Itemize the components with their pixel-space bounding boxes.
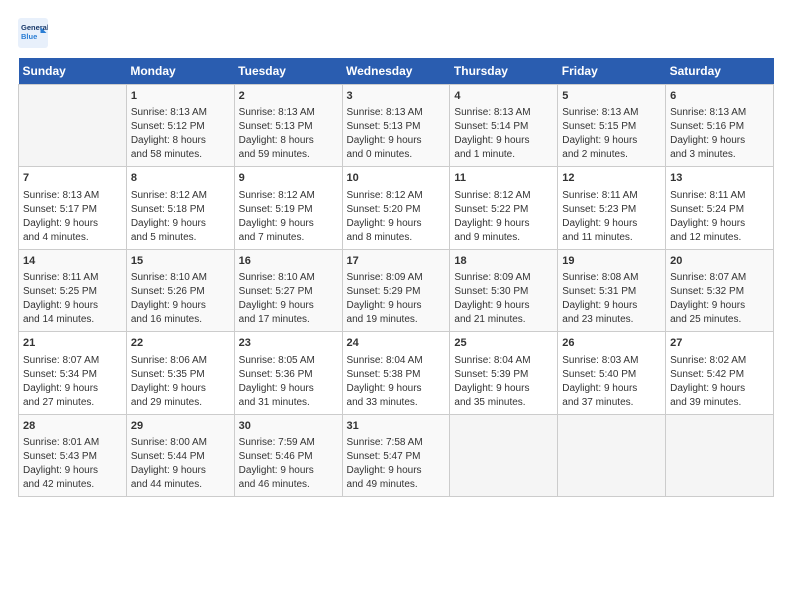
day-number: 2 bbox=[239, 89, 338, 104]
calendar-cell: 31Sunrise: 7:58 AMSunset: 5:47 PMDayligh… bbox=[342, 414, 450, 496]
day-number: 18 bbox=[454, 254, 553, 269]
week-row-3: 14Sunrise: 8:11 AMSunset: 5:25 PMDayligh… bbox=[19, 249, 774, 331]
day-number: 12 bbox=[562, 171, 661, 186]
day-number: 30 bbox=[239, 419, 338, 434]
day-number: 29 bbox=[131, 419, 230, 434]
day-number: 25 bbox=[454, 336, 553, 351]
calendar-cell: 4Sunrise: 8:13 AMSunset: 5:14 PMDaylight… bbox=[450, 85, 558, 167]
calendar-cell: 20Sunrise: 8:07 AMSunset: 5:32 PMDayligh… bbox=[666, 249, 774, 331]
calendar-cell: 10Sunrise: 8:12 AMSunset: 5:20 PMDayligh… bbox=[342, 167, 450, 249]
day-number: 21 bbox=[23, 336, 122, 351]
logo: General Blue bbox=[18, 18, 52, 48]
day-number: 13 bbox=[670, 171, 769, 186]
calendar-cell: 11Sunrise: 8:12 AMSunset: 5:22 PMDayligh… bbox=[450, 167, 558, 249]
calendar-cell bbox=[558, 414, 666, 496]
col-header-sunday: Sunday bbox=[19, 58, 127, 85]
week-row-2: 7Sunrise: 8:13 AMSunset: 5:17 PMDaylight… bbox=[19, 167, 774, 249]
calendar-cell: 29Sunrise: 8:00 AMSunset: 5:44 PMDayligh… bbox=[126, 414, 234, 496]
day-number: 19 bbox=[562, 254, 661, 269]
calendar-cell: 2Sunrise: 8:13 AMSunset: 5:13 PMDaylight… bbox=[234, 85, 342, 167]
calendar-table: SundayMondayTuesdayWednesdayThursdayFrid… bbox=[18, 58, 774, 497]
col-header-wednesday: Wednesday bbox=[342, 58, 450, 85]
header-row: SundayMondayTuesdayWednesdayThursdayFrid… bbox=[19, 58, 774, 85]
calendar-cell bbox=[666, 414, 774, 496]
calendar-cell: 9Sunrise: 8:12 AMSunset: 5:19 PMDaylight… bbox=[234, 167, 342, 249]
day-number: 28 bbox=[23, 419, 122, 434]
calendar-cell: 5Sunrise: 8:13 AMSunset: 5:15 PMDaylight… bbox=[558, 85, 666, 167]
day-number: 20 bbox=[670, 254, 769, 269]
day-number: 16 bbox=[239, 254, 338, 269]
calendar-cell: 17Sunrise: 8:09 AMSunset: 5:29 PMDayligh… bbox=[342, 249, 450, 331]
col-header-saturday: Saturday bbox=[666, 58, 774, 85]
calendar-cell bbox=[450, 414, 558, 496]
day-number: 6 bbox=[670, 89, 769, 104]
week-row-1: 1Sunrise: 8:13 AMSunset: 5:12 PMDaylight… bbox=[19, 85, 774, 167]
day-number: 5 bbox=[562, 89, 661, 104]
calendar-cell: 19Sunrise: 8:08 AMSunset: 5:31 PMDayligh… bbox=[558, 249, 666, 331]
calendar-cell: 30Sunrise: 7:59 AMSunset: 5:46 PMDayligh… bbox=[234, 414, 342, 496]
day-number: 27 bbox=[670, 336, 769, 351]
svg-text:Blue: Blue bbox=[21, 32, 37, 41]
calendar-cell: 27Sunrise: 8:02 AMSunset: 5:42 PMDayligh… bbox=[666, 332, 774, 414]
calendar-cell: 14Sunrise: 8:11 AMSunset: 5:25 PMDayligh… bbox=[19, 249, 127, 331]
calendar-cell: 3Sunrise: 8:13 AMSunset: 5:13 PMDaylight… bbox=[342, 85, 450, 167]
day-number: 3 bbox=[347, 89, 446, 104]
day-number: 31 bbox=[347, 419, 446, 434]
calendar-cell bbox=[19, 85, 127, 167]
calendar-cell: 25Sunrise: 8:04 AMSunset: 5:39 PMDayligh… bbox=[450, 332, 558, 414]
day-number: 1 bbox=[131, 89, 230, 104]
logo-icon: General Blue bbox=[18, 18, 48, 48]
calendar-cell: 6Sunrise: 8:13 AMSunset: 5:16 PMDaylight… bbox=[666, 85, 774, 167]
col-header-monday: Monday bbox=[126, 58, 234, 85]
week-row-4: 21Sunrise: 8:07 AMSunset: 5:34 PMDayligh… bbox=[19, 332, 774, 414]
day-number: 11 bbox=[454, 171, 553, 186]
day-number: 15 bbox=[131, 254, 230, 269]
calendar-cell: 12Sunrise: 8:11 AMSunset: 5:23 PMDayligh… bbox=[558, 167, 666, 249]
day-number: 8 bbox=[131, 171, 230, 186]
day-number: 9 bbox=[239, 171, 338, 186]
header: General Blue bbox=[18, 18, 774, 48]
day-number: 17 bbox=[347, 254, 446, 269]
calendar-cell: 18Sunrise: 8:09 AMSunset: 5:30 PMDayligh… bbox=[450, 249, 558, 331]
week-row-5: 28Sunrise: 8:01 AMSunset: 5:43 PMDayligh… bbox=[19, 414, 774, 496]
day-number: 7 bbox=[23, 171, 122, 186]
col-header-friday: Friday bbox=[558, 58, 666, 85]
calendar-cell: 21Sunrise: 8:07 AMSunset: 5:34 PMDayligh… bbox=[19, 332, 127, 414]
calendar-cell: 26Sunrise: 8:03 AMSunset: 5:40 PMDayligh… bbox=[558, 332, 666, 414]
day-number: 23 bbox=[239, 336, 338, 351]
day-number: 26 bbox=[562, 336, 661, 351]
calendar-cell: 13Sunrise: 8:11 AMSunset: 5:24 PMDayligh… bbox=[666, 167, 774, 249]
day-number: 10 bbox=[347, 171, 446, 186]
day-number: 24 bbox=[347, 336, 446, 351]
day-number: 22 bbox=[131, 336, 230, 351]
calendar-cell: 16Sunrise: 8:10 AMSunset: 5:27 PMDayligh… bbox=[234, 249, 342, 331]
calendar-cell: 8Sunrise: 8:12 AMSunset: 5:18 PMDaylight… bbox=[126, 167, 234, 249]
calendar-cell: 1Sunrise: 8:13 AMSunset: 5:12 PMDaylight… bbox=[126, 85, 234, 167]
day-number: 4 bbox=[454, 89, 553, 104]
calendar-cell: 24Sunrise: 8:04 AMSunset: 5:38 PMDayligh… bbox=[342, 332, 450, 414]
col-header-tuesday: Tuesday bbox=[234, 58, 342, 85]
calendar-cell: 23Sunrise: 8:05 AMSunset: 5:36 PMDayligh… bbox=[234, 332, 342, 414]
calendar-cell: 7Sunrise: 8:13 AMSunset: 5:17 PMDaylight… bbox=[19, 167, 127, 249]
day-number: 14 bbox=[23, 254, 122, 269]
col-header-thursday: Thursday bbox=[450, 58, 558, 85]
calendar-cell: 22Sunrise: 8:06 AMSunset: 5:35 PMDayligh… bbox=[126, 332, 234, 414]
calendar-cell: 15Sunrise: 8:10 AMSunset: 5:26 PMDayligh… bbox=[126, 249, 234, 331]
page-container: General Blue SundayMondayTuesdayWednesda… bbox=[0, 0, 792, 507]
calendar-cell: 28Sunrise: 8:01 AMSunset: 5:43 PMDayligh… bbox=[19, 414, 127, 496]
